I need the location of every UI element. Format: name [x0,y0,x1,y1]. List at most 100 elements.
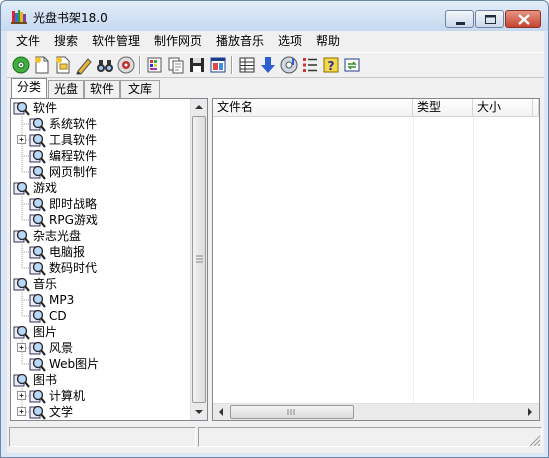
search-button[interactable] [95,55,115,75]
checklist-icon [303,58,317,72]
magnifier-folder-icon [13,229,30,244]
tree-node-label: 电脑报 [49,245,86,259]
menu-play-music[interactable]: 播放音乐 [216,33,264,50]
tree-node-subcategory[interactable]: RPG游戏 [11,212,191,228]
list-scroll-thumb[interactable] [230,405,354,419]
tree-node-subcategory[interactable]: 即时战略 [11,196,191,212]
tab-library[interactable]: 文库 [120,80,160,98]
help-icon: ? [323,57,339,73]
tree-node-subcategory[interactable]: 文学 [11,404,191,420]
close-icon [518,14,530,25]
tree-node-category[interactable]: 图书 [11,372,191,388]
expand-plus-icon[interactable] [17,407,28,418]
new-file-button[interactable] [32,55,52,75]
expand-plus-icon[interactable] [17,135,28,146]
tree-node-subcategory[interactable]: 计算机 [11,388,191,404]
magnifier-folder-icon [29,165,46,180]
grid-view-icon [239,57,255,73]
resize-grip-icon[interactable] [529,435,541,447]
new-folder-icon [56,56,70,74]
status-pane-right [198,427,542,447]
status-pane-left [9,427,196,447]
move-down-button[interactable] [258,55,278,75]
column-header-filename[interactable]: 文件名 [213,99,413,117]
tree-node-subcategory[interactable]: CD [11,308,191,324]
copy-icon [168,57,184,74]
tab-category[interactable]: 分类 [11,78,47,98]
tree-node-subcategory[interactable]: 电脑报 [11,244,191,260]
scroll-left-icon[interactable] [213,404,229,420]
tree-node-label: RPG游戏 [49,213,98,227]
menu-search[interactable]: 搜索 [54,33,78,50]
tree-node-subcategory[interactable]: MP3 [11,292,191,308]
expand-plus-icon[interactable] [17,391,28,402]
tree-node-subcategory[interactable]: 系统软件 [11,116,191,132]
menu-make-webpage[interactable]: 制作网页 [154,33,202,50]
tab-software[interactable]: 软件 [84,80,120,98]
magnifier-folder-icon [29,341,46,356]
disc-music-button[interactable] [279,55,299,75]
tree-node-label: 系统软件 [49,117,98,131]
tab-disc[interactable]: 光盘 [48,80,84,98]
menu-file[interactable]: 文件 [16,33,40,50]
tree-scroll-thumb[interactable] [192,116,206,403]
refresh-button[interactable] [342,55,362,75]
play-disc-button[interactable] [116,55,136,75]
tree-node-category[interactable]: 软件 [11,100,191,116]
save-icon [190,58,204,72]
new-folder-button[interactable] [53,55,73,75]
scroll-down-icon[interactable] [191,404,207,420]
magnifier-folder-icon [29,117,46,132]
title-bar[interactable]: 光盘书架18.0 [1,1,548,31]
tree-node-category[interactable]: 游戏 [11,180,191,196]
tree-node-subcategory[interactable]: 风景 [11,340,191,356]
tree-node-subcategory[interactable]: 网页制作 [11,164,191,180]
palette-button[interactable] [145,55,165,75]
tree-vertical-scrollbar[interactable] [190,99,207,420]
column-divider [473,117,474,403]
bookshelf-icon [11,10,27,24]
list-horizontal-scrollbar[interactable] [213,403,539,420]
window-title: 光盘书架18.0 [33,11,108,25]
magnifier-folder-icon [29,133,46,148]
scroll-up-icon[interactable] [191,99,207,115]
help-button[interactable]: ? [321,55,341,75]
menu-bar: 文件 搜索 软件管理 制作网页 播放音乐 选项 帮助 [7,31,544,51]
column-header-size[interactable]: 大小 [473,99,533,117]
menu-help[interactable]: 帮助 [316,33,340,50]
toolbar-separator [139,56,141,74]
menu-options[interactable]: 选项 [278,33,302,50]
refresh-swap-icon [344,58,360,72]
maximize-icon [485,15,496,24]
tree-node-category[interactable]: 图片 [11,324,191,340]
tree-node-label: 编程软件 [49,149,98,163]
scroll-right-icon[interactable] [522,404,538,420]
checklist-button[interactable] [300,55,320,75]
tree-node-label: 音乐 [33,277,58,291]
magnifier-folder-icon [13,373,30,388]
copy-button[interactable] [166,55,186,75]
tree-node-label: 即时战略 [49,197,98,211]
scan-disc-button[interactable] [11,55,31,75]
tree-node-subcategory[interactable]: Web图片 [11,356,191,372]
save-button[interactable] [187,55,207,75]
tree-node-label: 网页制作 [49,165,98,179]
tree-node-subcategory[interactable]: 数码时代 [11,260,191,276]
tree-node-category[interactable]: 杂志光盘 [11,228,191,244]
minimize-button[interactable] [445,10,474,28]
maximize-button[interactable] [475,10,504,28]
column-header-type[interactable]: 类型 [413,99,473,117]
grid-view-button[interactable] [237,55,257,75]
menu-software-management[interactable]: 软件管理 [92,33,140,50]
magnifier-folder-icon [29,389,46,404]
magnifier-folder-icon [29,149,46,164]
edit-button[interactable] [74,55,94,75]
window-layout-button[interactable] [208,55,228,75]
tree-node-subcategory[interactable]: 工具软件 [11,132,191,148]
magnifier-folder-icon [29,405,46,420]
expand-plus-icon[interactable] [17,343,28,354]
tree-node-subcategory[interactable]: 编程软件 [11,148,191,164]
tree-node-category[interactable]: 音乐 [11,276,191,292]
close-button[interactable] [505,10,541,28]
tree-node-label: 工具软件 [49,133,98,147]
